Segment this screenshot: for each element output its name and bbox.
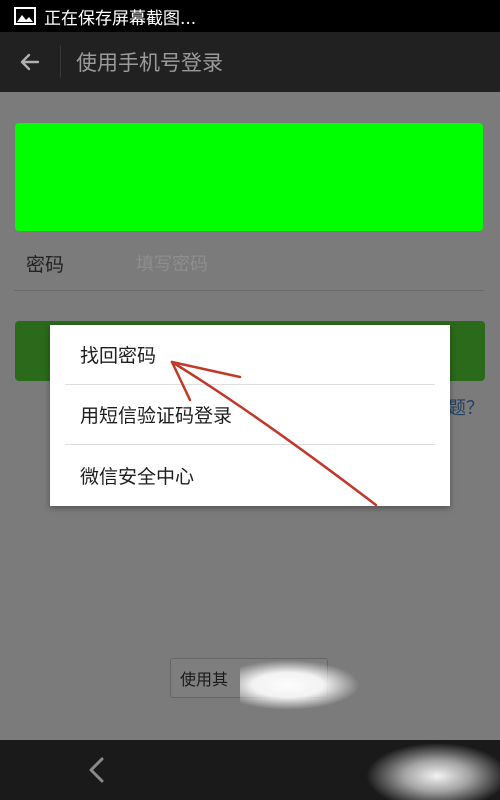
password-input[interactable] (134, 246, 458, 282)
nav-smudge-overlay (360, 740, 500, 800)
menu-item-security-center[interactable]: 微信安全中心 (65, 445, 435, 505)
navigation-bar (0, 740, 500, 800)
back-button[interactable] (0, 32, 60, 92)
app-bar: 使用手机号登录 (0, 32, 500, 92)
nav-back-icon[interactable] (80, 752, 116, 788)
other-login-button[interactable]: 使用其 (170, 658, 328, 698)
arrow-left-icon (20, 53, 40, 71)
menu-item-recover-password[interactable]: 找回密码 (65, 325, 435, 385)
screen: 正在保存屏幕截图... 使用手机号登录 密码 题？ 使用其 找回密码 用短信验证… (0, 0, 500, 800)
menu-item-sms-login[interactable]: 用短信验证码登录 (65, 385, 435, 445)
login-problem-link[interactable]: 题？ (448, 394, 484, 420)
password-label: 密码 (26, 254, 65, 276)
password-row: 密码 (14, 242, 484, 291)
picture-icon (14, 7, 36, 25)
status-text: 正在保存屏幕截图... (44, 8, 197, 29)
options-menu: 找回密码 用短信验证码登录 微信安全中心 (50, 325, 450, 506)
app-bar-divider (60, 46, 61, 78)
redacted-block (15, 123, 483, 231)
page-title: 使用手机号登录 (76, 51, 223, 75)
status-bar: 正在保存屏幕截图... (0, 0, 500, 32)
